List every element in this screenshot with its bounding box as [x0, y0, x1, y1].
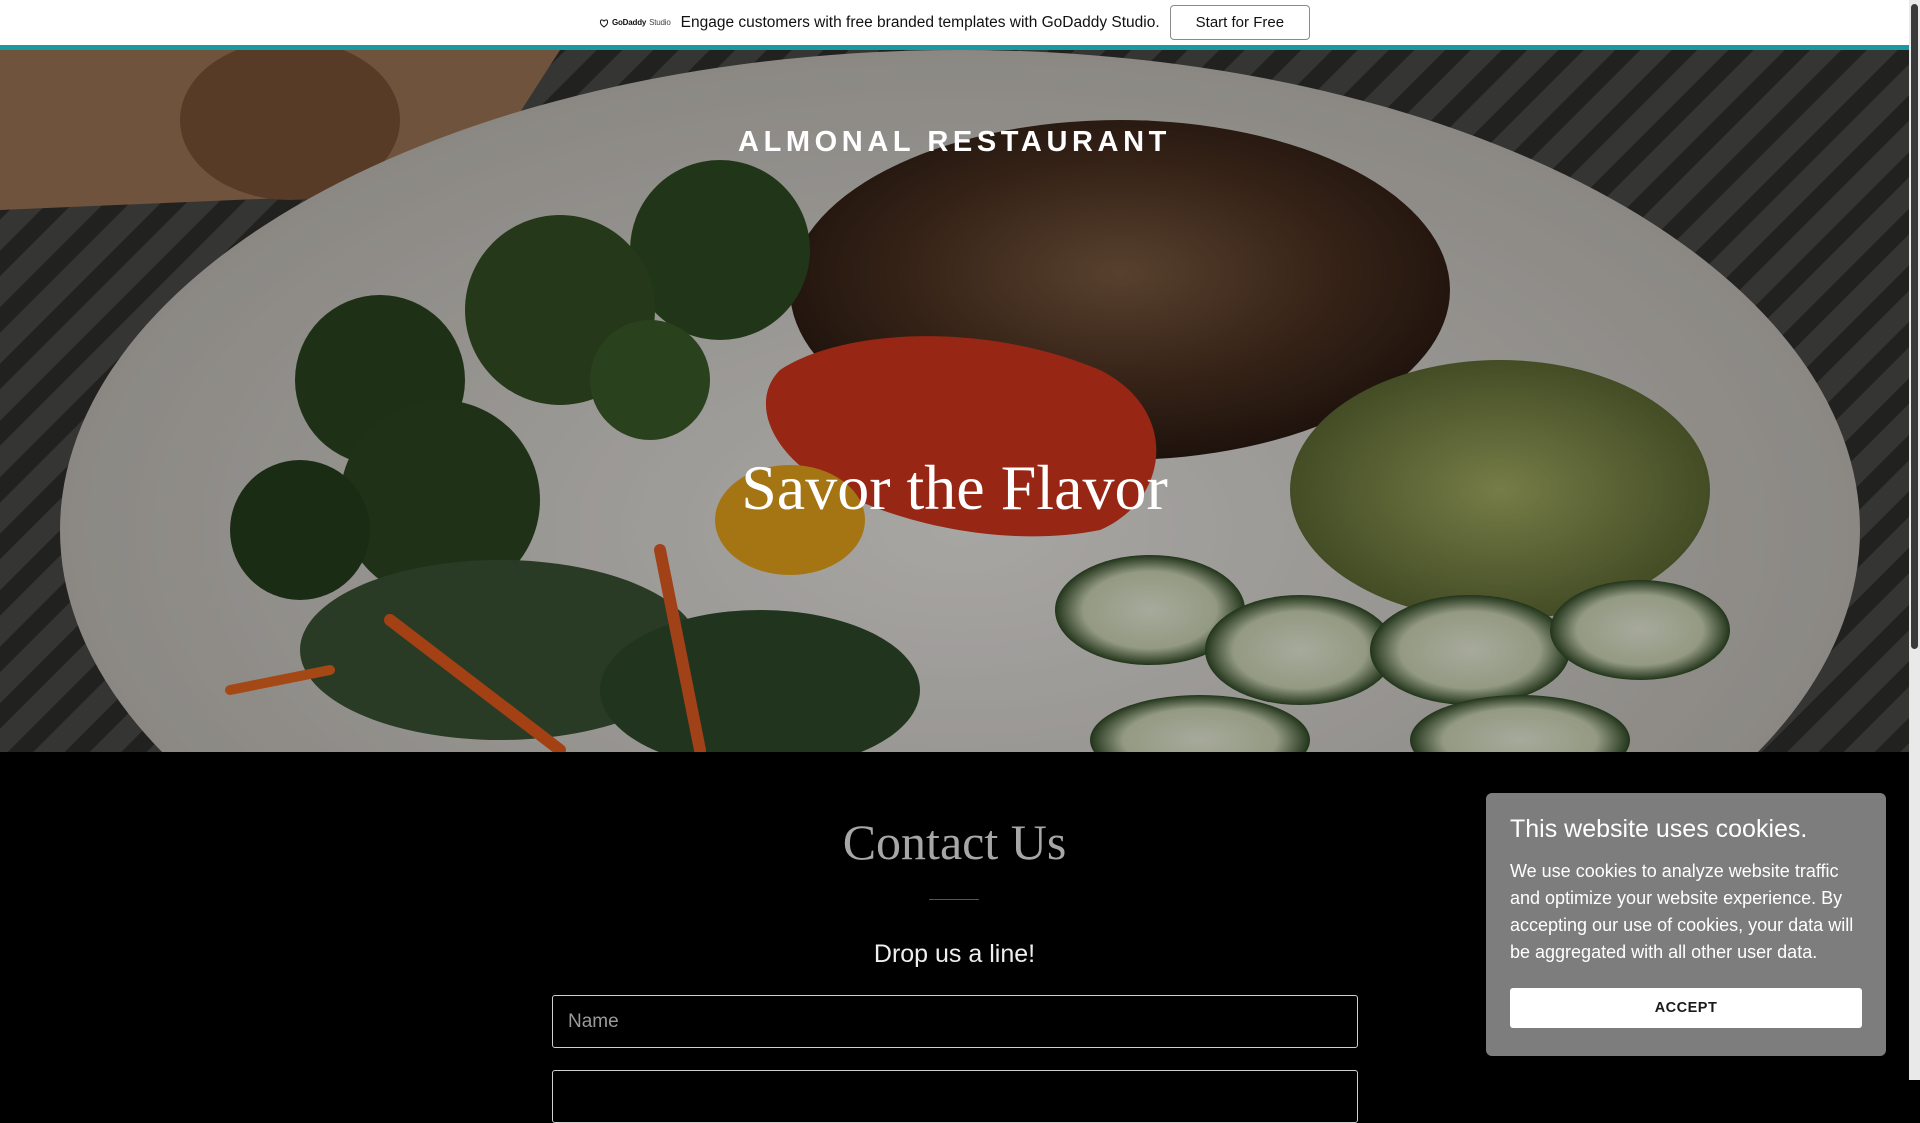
cookie-banner-text: We use cookies to analyze website traffi… [1510, 861, 1854, 962]
heading-divider [929, 899, 979, 900]
promo-message: Engage customers with free branded templ… [680, 13, 1160, 31]
cookie-banner-title: This website uses cookies. [1510, 815, 1808, 843]
email-input[interactable] [552, 1070, 1358, 1123]
name-input[interactable] [552, 995, 1358, 1048]
logo-product-text: Studio [649, 18, 671, 27]
hero-tagline: Savor the Flavor [741, 452, 1168, 523]
start-for-free-button[interactable]: Start for Free [1169, 5, 1311, 40]
logo-brand-text: GoDaddy [611, 18, 647, 27]
scrollbar-thumb[interactable] [1911, 4, 1918, 649]
promo-bar: GoDaddy Studio Engage customers with fre… [0, 0, 1909, 45]
hero-section: ALMONAL RESTAURANT Savor the Flavor [0, 50, 1909, 752]
page-scrollbar[interactable] [1909, 0, 1920, 1080]
godaddy-studio-logo[interactable]: GoDaddy Studio [599, 18, 671, 28]
godaddy-logo-icon [599, 18, 609, 28]
accept-cookies-button[interactable]: ACCEPT [1510, 988, 1862, 1028]
site-title[interactable]: ALMONAL RESTAURANT [0, 126, 1909, 159]
cookie-banner: This website uses cookies. We use cookie… [1486, 793, 1886, 1056]
